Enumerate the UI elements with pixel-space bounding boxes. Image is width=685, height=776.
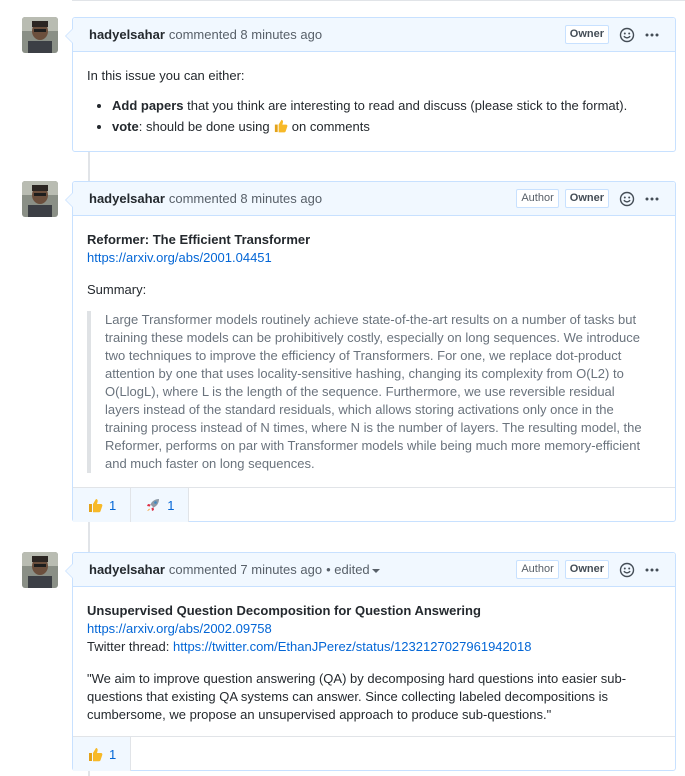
avatar[interactable]: [22, 552, 58, 588]
abstract-text: "We aim to improve question answering (Q…: [87, 671, 627, 722]
kebab-horizontal-icon: [645, 568, 659, 571]
kebab-horizontal-icon: [645, 33, 659, 36]
reactions-bar: 1: [73, 736, 675, 771]
owner-badge: Owner: [564, 560, 609, 579]
reaction-thumbs-up[interactable]: 1: [73, 737, 132, 771]
list-item-bold: vote: [112, 119, 139, 134]
abstract-quote: Large Transformer models routinely achie…: [87, 311, 661, 473]
reaction-count: 1: [109, 497, 117, 513]
avatar-image: [22, 552, 58, 588]
comment-timestamp[interactable]: commented 7 minutes ago: [169, 562, 322, 577]
thumbs-up-icon: [275, 119, 288, 133]
comment-author[interactable]: hadyelsahar: [89, 562, 165, 577]
author-badge: Author: [516, 560, 559, 579]
owner-badge: Owner: [564, 25, 609, 44]
summary-label: Summary:: [87, 282, 147, 297]
edited-label: • edited: [326, 562, 370, 577]
comment-timestamp[interactable]: commented 8 minutes ago: [169, 191, 322, 206]
comment-header: hadyelsahar commented 8 minutes ago Auth…: [73, 182, 675, 216]
comment-box: hadyelsahar commented 8 minutes ago Owne…: [65, 17, 676, 154]
kebab-horizontal-icon: [645, 197, 659, 200]
add-reaction-button[interactable]: [619, 27, 635, 43]
comment-box: hadyelsahar commented 7 minutes ago • ed…: [65, 552, 676, 771]
comment-box: hadyelsahar commented 8 minutes ago Auth…: [65, 181, 676, 522]
thumbs-up-icon: [89, 499, 103, 513]
chevron-down-icon: [371, 568, 380, 573]
comment-author[interactable]: hadyelsahar: [89, 191, 165, 206]
reaction-rocket[interactable]: 1: [131, 488, 190, 522]
reaction-thumbs-up[interactable]: 1: [73, 488, 132, 522]
comment-body: Unsupervised Question Decomposition for …: [73, 587, 675, 736]
thumbs-up-icon: [89, 748, 103, 762]
avatar[interactable]: [22, 17, 58, 53]
author-badge: Author: [516, 189, 559, 208]
timeline-line: [88, 522, 90, 554]
list-item: Add papers that you think are interestin…: [112, 97, 661, 115]
instruction-list: Add papers that you think are interestin…: [87, 97, 661, 136]
intro-text: In this issue you can either:: [87, 68, 245, 83]
more-options-button[interactable]: [645, 27, 659, 43]
paper-link[interactable]: https://arxiv.org/abs/2002.09758: [87, 621, 272, 636]
avatar[interactable]: [22, 181, 58, 217]
smiley-icon: [619, 27, 635, 42]
timeline-line: [88, 771, 90, 776]
avatar-image: [22, 17, 58, 53]
twitter-link[interactable]: https://twitter.com/EthanJPerez/status/1…: [173, 639, 531, 654]
comment-body: In this issue you can either: Add papers…: [73, 52, 675, 154]
more-options-button[interactable]: [645, 562, 659, 578]
more-options-button[interactable]: [645, 191, 659, 207]
twitter-label: Twitter thread:: [87, 639, 173, 654]
avatar-image: [22, 181, 58, 217]
timeline-line: [88, 152, 90, 182]
comment-header: hadyelsahar commented 7 minutes ago • ed…: [73, 553, 675, 587]
comment-timestamp[interactable]: commented 8 minutes ago: [169, 27, 322, 42]
add-reaction-button[interactable]: [619, 191, 635, 207]
list-item-bold: Add papers: [112, 98, 184, 113]
rocket-icon: [147, 499, 160, 511]
reactions-bar: 1 1: [73, 487, 675, 522]
smiley-icon: [619, 191, 635, 206]
paper-title: Reformer: The Efficient Transformer: [87, 232, 311, 247]
list-item-text: on comments: [288, 119, 370, 134]
add-reaction-button[interactable]: [619, 562, 635, 578]
paper-link[interactable]: https://arxiv.org/abs/2001.04451: [87, 250, 272, 265]
reaction-count: 1: [109, 746, 117, 762]
comment-header: hadyelsahar commented 8 minutes ago Owne…: [73, 18, 675, 52]
timeline-top-divider: [72, 0, 685, 1]
edited-dropdown[interactable]: • edited: [326, 562, 380, 577]
smiley-icon: [619, 562, 635, 577]
list-item-text: that you think are interesting to read a…: [183, 98, 628, 113]
comment-author[interactable]: hadyelsahar: [89, 27, 165, 42]
reaction-count: 1: [167, 497, 175, 513]
paper-title: Unsupervised Question Decomposition for …: [87, 603, 481, 618]
comment-body: Reformer: The Efficient Transformer http…: [73, 216, 675, 487]
list-item-text: : should be done using: [138, 119, 274, 134]
owner-badge: Owner: [564, 189, 609, 208]
list-item: vote: should be done using on comments: [112, 118, 661, 136]
